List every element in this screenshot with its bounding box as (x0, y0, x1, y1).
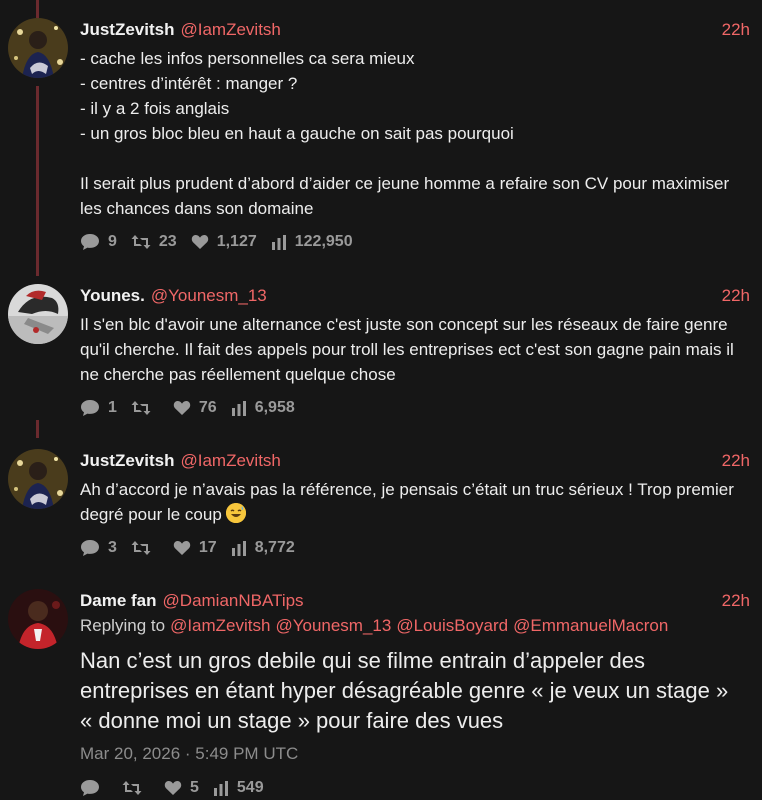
tweet-time[interactable]: 22h (722, 18, 750, 42)
thread-line (36, 0, 39, 18)
heart-icon (173, 540, 191, 555)
tweet[interactable]: JustZevitsh @IamZevitsh 22h Ah d’accord j… (0, 449, 762, 564)
author-name[interactable]: JustZevitsh (80, 451, 174, 470)
mention-link[interactable]: @Younesm_13 (275, 616, 391, 635)
tweet-text: Nan c’est un gros debile qui se filme en… (80, 648, 735, 733)
replying-to: Replying to @IamZevitsh @Younesm_13 @LouisB… (80, 614, 762, 638)
views-stat[interactable]: 122,950 (271, 233, 353, 251)
comment-bubble-icon (81, 540, 99, 556)
replying-label: Replying to (80, 616, 166, 635)
tweet[interactable]: JustZevitsh @IamZevitsh 22h - cache les i… (0, 18, 762, 268)
retweet-button[interactable] (122, 779, 150, 797)
mention-link[interactable]: @LouisBoyard (396, 616, 508, 635)
mention-link[interactable]: @EmmanuelMacron (513, 616, 668, 635)
like-button[interactable]: 5 (164, 779, 199, 797)
retweet-count: 23 (158, 233, 177, 250)
like-count: 17 (198, 539, 217, 556)
bar-chart-icon (231, 401, 246, 416)
avatar[interactable] (8, 18, 68, 78)
like-count: 5 (190, 779, 199, 796)
reply-button[interactable]: 3 (80, 539, 117, 557)
author-handle[interactable]: @DamianNBATips (163, 591, 304, 610)
views-stat[interactable]: 8,772 (231, 539, 295, 557)
retweet-icon (131, 235, 151, 249)
reply-count: 1 (108, 399, 117, 416)
comment-bubble-icon (81, 780, 99, 796)
tweet-stats: 1 76 6,958 (80, 397, 309, 419)
reply-count: 3 (108, 539, 117, 556)
retweet-button[interactable] (131, 539, 159, 557)
view-count: 549 (236, 779, 264, 796)
tweet-header: JustZevitsh @IamZevitsh 22h (80, 449, 750, 473)
author-handle[interactable]: @Younesm_13 (151, 286, 267, 305)
tweet-header: JustZevitsh @IamZevitsh 22h (80, 18, 750, 42)
sweat-smile-emoji (225, 503, 246, 523)
author-name[interactable]: Dame fan (80, 591, 157, 610)
retweet-icon (131, 401, 151, 415)
tweet-text-content: Ah d’accord je n’avais pas la référence,… (80, 480, 739, 524)
view-count: 6,958 (254, 399, 295, 416)
bar-chart-icon (231, 541, 246, 556)
heart-icon (191, 234, 208, 249)
tweet-stats: 5 549 (80, 777, 278, 799)
reply-count: 9 (108, 233, 117, 250)
avatar[interactable] (8, 284, 68, 344)
author-handle[interactable]: @IamZevitsh (180, 451, 280, 470)
tweet-text: Ah d’accord je n’avais pas la référence,… (80, 477, 746, 527)
bar-chart-icon (271, 235, 286, 250)
tweet-time[interactable]: 22h (722, 284, 750, 308)
comment-bubble-icon (81, 234, 99, 250)
like-count: 76 (198, 399, 217, 416)
avatar[interactable] (8, 449, 68, 509)
views-stat[interactable]: 549 (213, 779, 264, 797)
tweet-header: Younes. @Younesm_13 22h (80, 284, 750, 308)
tweet-text: Il s'en blc d'avoir une alternance c'est… (80, 315, 739, 384)
retweet-button[interactable]: 23 (131, 233, 177, 251)
heart-icon (173, 400, 191, 415)
retweet-icon (122, 781, 142, 795)
mention-link[interactable]: @IamZevitsh (170, 616, 270, 635)
retweet-icon (131, 541, 151, 555)
reply-button[interactable]: 1 (80, 399, 117, 417)
heart-icon (164, 780, 182, 795)
author-name[interactable]: Younes. (80, 286, 145, 305)
like-button[interactable]: 1,127 (191, 233, 257, 251)
author-name[interactable]: JustZevitsh (80, 20, 174, 39)
like-button[interactable]: 76 (173, 399, 217, 417)
main-tweet[interactable]: Dame fan @DamianNBATips 22h Replying to @I… (0, 589, 762, 800)
view-count: 8,772 (254, 539, 295, 556)
tweet-header: Dame fan @DamianNBATips 22h (80, 589, 750, 613)
view-count: 122,950 (294, 233, 353, 250)
tweet[interactable]: Younes. @Younesm_13 22h Il s'en blc d'avo… (0, 284, 762, 424)
tweet-stats: 9 23 1,127 122,950 (80, 231, 367, 253)
tweet-text: - cache les infos personnelles ca sera m… (80, 49, 730, 218)
avatar[interactable] (8, 589, 68, 649)
like-count: 1,127 (216, 233, 257, 250)
comment-bubble-icon (81, 400, 99, 416)
reply-button[interactable]: 9 (80, 233, 117, 251)
tweet-datetime[interactable]: Mar 20, 2026 · 5:49 PM UTC (80, 744, 298, 764)
retweet-button[interactable] (131, 399, 159, 417)
tweet-stats: 3 17 8,772 (80, 537, 309, 559)
views-stat[interactable]: 6,958 (231, 399, 295, 417)
reply-button[interactable] (80, 779, 108, 797)
tweet-time[interactable]: 22h (722, 589, 750, 613)
bar-chart-icon (213, 781, 228, 796)
author-handle[interactable]: @IamZevitsh (180, 20, 280, 39)
like-button[interactable]: 17 (173, 539, 217, 557)
tweet-time[interactable]: 22h (722, 449, 750, 473)
